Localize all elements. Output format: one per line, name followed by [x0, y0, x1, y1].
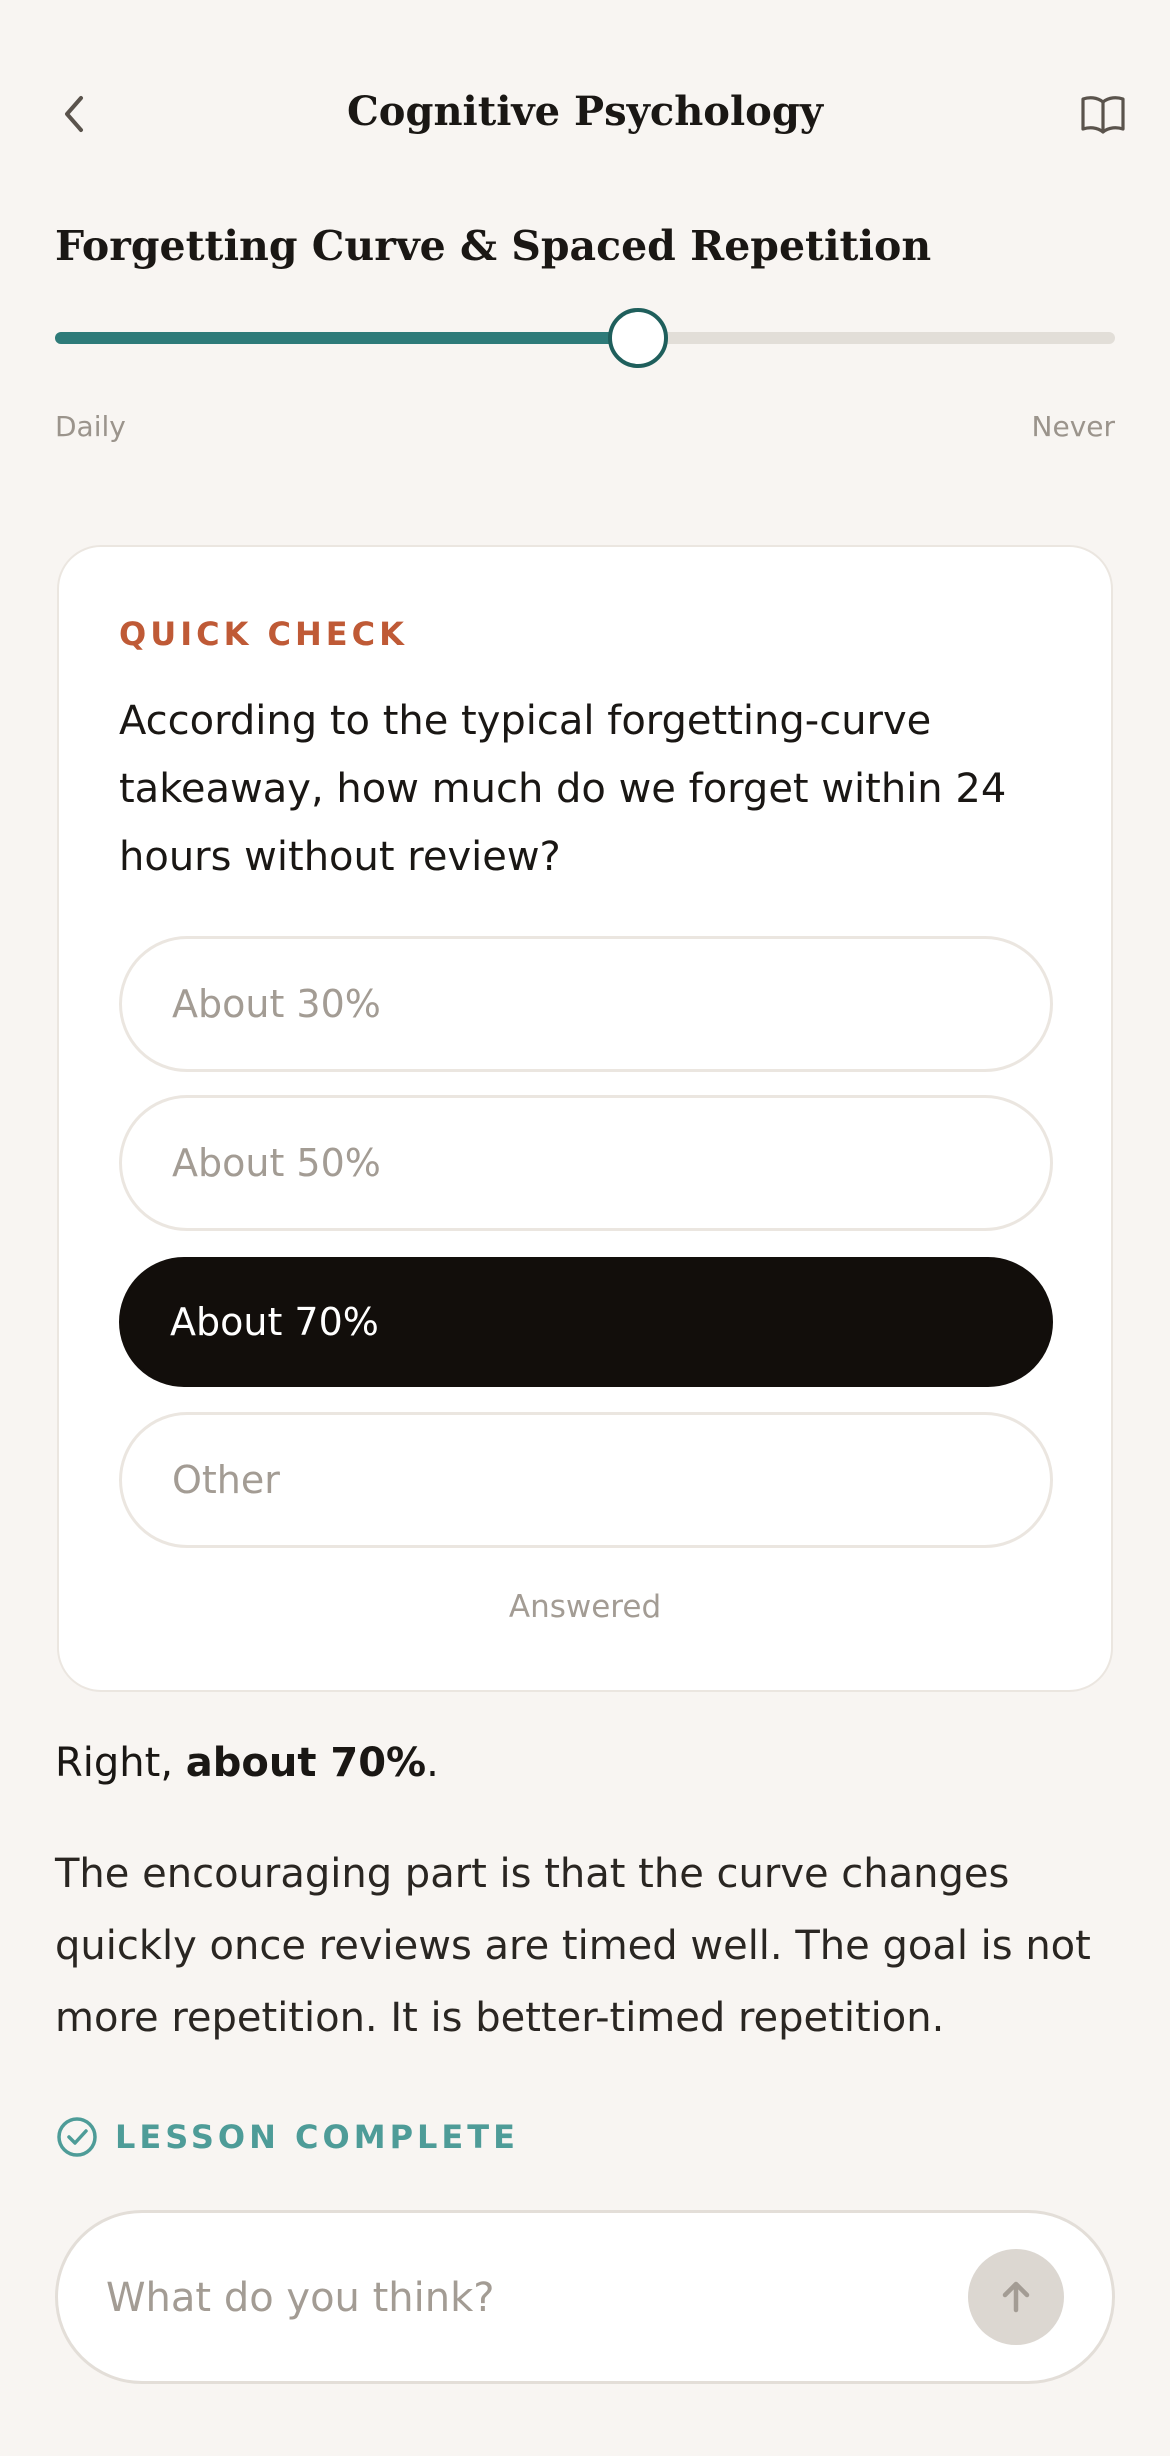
slider-fill — [55, 332, 638, 344]
answer-prefix: Right, — [55, 1740, 186, 1786]
message-composer — [55, 2210, 1115, 2384]
explanation-paragraph: The encouraging part is that the curve c… — [55, 1851, 1091, 2041]
option-other[interactable]: Other — [119, 1412, 1053, 1548]
lesson-title: Forgetting Curve & Spaced Repetition — [55, 222, 932, 270]
arrow-up-icon — [1002, 2281, 1030, 2313]
answer-highlight: about 70% — [185, 1740, 427, 1786]
frequency-slider[interactable] — [55, 308, 1115, 368]
send-button[interactable] — [968, 2249, 1064, 2345]
quiz-kicker: QUICK CHECK — [119, 615, 408, 653]
app-title: Cognitive Psychology — [346, 88, 824, 135]
quiz-status: Answered — [508, 1589, 662, 1625]
top-bar: Cognitive Psychology — [0, 0, 1170, 200]
message-input[interactable] — [106, 2263, 926, 2333]
slider-max-label: Never — [1031, 410, 1115, 443]
quiz-card: QUICK CHECK According to the typical for… — [57, 545, 1113, 1692]
slider-min-label: Daily — [55, 410, 126, 443]
slider-thumb[interactable] — [608, 308, 668, 368]
answer-line: Right, about 70%. — [55, 1740, 439, 1786]
option-about-50[interactable]: About 50% — [119, 1095, 1053, 1231]
quiz-question: According to the typical forgetting-curv… — [119, 698, 1007, 880]
answer-suffix: . — [426, 1740, 439, 1786]
lesson-complete-badge: LESSON COMPLETE — [55, 2115, 519, 2159]
lesson-complete-label: LESSON COMPLETE — [115, 2118, 519, 2156]
book-open-icon — [1081, 96, 1125, 134]
option-about-30[interactable]: About 30% — [119, 936, 1053, 1072]
book-button[interactable] — [1076, 90, 1130, 140]
option-about-70[interactable]: About 70% — [119, 1257, 1053, 1387]
check-circle-icon — [57, 2117, 97, 2157]
